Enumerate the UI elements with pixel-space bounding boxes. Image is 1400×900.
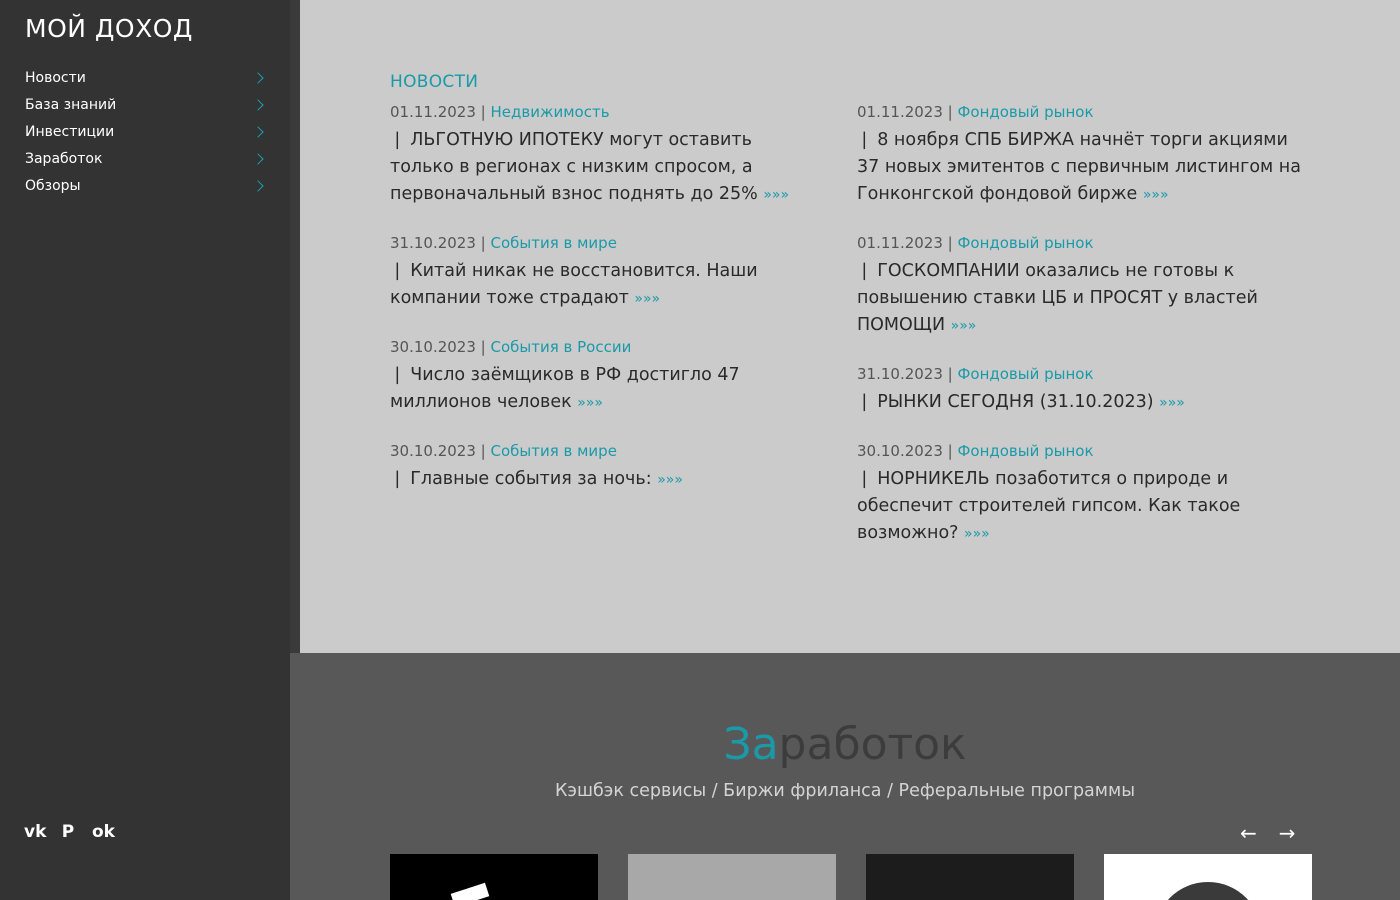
news-category-link[interactable]: Недвижимость bbox=[490, 103, 609, 121]
news-meta: 01.11.2023 | Фондовый рынок bbox=[857, 103, 1094, 121]
news-title: ❘ ГОСКОМПАНИИ оказались не готовы к повы… bbox=[857, 261, 1258, 335]
sidebar-item-label: База знаний bbox=[25, 96, 117, 113]
news-category-link[interactable]: Фондовый рынок bbox=[957, 234, 1093, 252]
sidebar-item-investments[interactable]: Инвестиции bbox=[25, 118, 268, 145]
news-item: 31.10.2023 | Фондовый рынок ❘ РЫНКИ СЕГО… bbox=[857, 362, 1307, 417]
sidebar: МОЙ ДОХОД Новости База знаний Инвестиции… bbox=[0, 0, 290, 900]
odnoklassniki-icon[interactable]: ok bbox=[92, 822, 115, 842]
arrow-left-icon[interactable]: ← bbox=[1240, 821, 1257, 845]
chevron-right-icon bbox=[252, 179, 264, 192]
news-title-link[interactable]: ❘ Китай никак не восстановится. Наши ком… bbox=[390, 258, 820, 313]
earnings-subtitle: Кэшбэк сервисы / Биржи фриланса / Рефера… bbox=[554, 781, 1136, 801]
news-title: ❘ ЛЬГОТНУЮ ИПОТЕКУ могут оставить только… bbox=[390, 130, 758, 204]
sidebar-item-label: Новости bbox=[25, 69, 86, 86]
arrow-right-icon[interactable]: → bbox=[1279, 821, 1296, 845]
news-title: ❘ НОРНИКЕЛЬ позаботится о природе и обес… bbox=[857, 469, 1241, 543]
read-more-link[interactable]: »»» bbox=[577, 395, 603, 411]
sidebar-item-label: Инвестиции bbox=[25, 123, 115, 140]
carousel-controls: ← → bbox=[1240, 821, 1296, 845]
sidebar-item-news[interactable]: Новости bbox=[25, 64, 268, 91]
news-meta: 30.10.2023 | События в России bbox=[390, 338, 632, 356]
news-category-link[interactable]: События в России bbox=[490, 338, 631, 356]
chevron-right-icon bbox=[252, 152, 264, 165]
chevron-right-icon bbox=[252, 71, 264, 84]
news-title: ❘ 8 ноября СПБ БИРЖА начнёт торги акциям… bbox=[857, 130, 1301, 204]
news-heading[interactable]: НОВОСТИ bbox=[390, 72, 478, 92]
news-date: 30.10.2023 bbox=[390, 338, 476, 356]
news-date: 31.10.2023 bbox=[390, 234, 476, 252]
news-column-left: 01.11.2023 | Недвижимость ❘ ЛЬГОТНУЮ ИПО… bbox=[390, 100, 820, 516]
news-item: 30.10.2023 | Фондовый рынок ❘ НОРНИКЕЛЬ … bbox=[857, 439, 1307, 548]
news-item: 01.11.2023 | Недвижимость ❘ ЛЬГОТНУЮ ИПО… bbox=[390, 100, 820, 209]
carousel-card[interactable] bbox=[390, 854, 598, 900]
news-title: ❘ Китай никак не восстановится. Наши ком… bbox=[390, 261, 758, 308]
read-more-link[interactable]: »»» bbox=[1159, 395, 1185, 411]
news-meta: 30.10.2023 | Фондовый рынок bbox=[857, 442, 1094, 460]
news-title-link[interactable]: ❘ 8 ноября СПБ БИРЖА начнёт торги акциям… bbox=[857, 127, 1307, 209]
news-column-right: 01.11.2023 | Фондовый рынок ❘ 8 ноября С… bbox=[857, 100, 1307, 570]
carousel-cards bbox=[390, 854, 1312, 900]
news-title-link[interactable]: ❘ Число заёмщиков в РФ достигло 47 милли… bbox=[390, 362, 820, 417]
news-title-link[interactable]: ❘ Главные события за ночь: »»» bbox=[390, 466, 820, 494]
news-date: 31.10.2023 bbox=[857, 365, 943, 383]
read-more-link[interactable]: »»» bbox=[951, 318, 977, 334]
news-item: 30.10.2023 | События в мире ❘ Главные со… bbox=[390, 439, 820, 494]
news-date: 30.10.2023 bbox=[857, 442, 943, 460]
read-more-link[interactable]: »»» bbox=[1143, 187, 1169, 203]
sidebar-item-label: Обзоры bbox=[25, 177, 81, 194]
read-more-link[interactable]: »»» bbox=[657, 472, 683, 488]
news-category-link[interactable]: Фондовый рынок bbox=[957, 365, 1093, 383]
sidebar-item-knowledge-base[interactable]: База знаний bbox=[25, 91, 268, 118]
news-title: ❘ Число заёмщиков в РФ достигло 47 милли… bbox=[390, 365, 740, 412]
pinterest-icon[interactable]: P bbox=[58, 822, 78, 842]
carousel-card[interactable] bbox=[1104, 854, 1312, 900]
read-more-link[interactable]: »»» bbox=[964, 526, 990, 542]
news-item: 30.10.2023 | События в России ❘ Число за… bbox=[390, 335, 820, 417]
news-title-link[interactable]: ❘ РЫНКИ СЕГОДНЯ (31.10.2023) »»» bbox=[857, 389, 1307, 417]
news-date: 01.11.2023 bbox=[857, 103, 943, 121]
carousel-card[interactable] bbox=[866, 854, 1074, 900]
news-category-link[interactable]: События в мире bbox=[490, 442, 616, 460]
carousel-card[interactable] bbox=[628, 854, 836, 900]
earnings-title[interactable]: Заработок bbox=[290, 719, 1400, 770]
news-title-link[interactable]: ❘ ГОСКОМПАНИИ оказались не готовы к повы… bbox=[857, 258, 1307, 340]
site-logo[interactable]: МОЙ ДОХОД bbox=[25, 14, 193, 43]
news-meta: 01.11.2023 | Недвижимость bbox=[390, 103, 610, 121]
news-title-link[interactable]: ❘ НОРНИКЕЛЬ позаботится о природе и обес… bbox=[857, 466, 1307, 548]
news-meta: 30.10.2023 | События в мире bbox=[390, 442, 617, 460]
news-item: 31.10.2023 | События в мире ❘ Китай ника… bbox=[390, 231, 820, 313]
news-item: 01.11.2023 | Фондовый рынок ❘ ГОСКОМПАНИ… bbox=[857, 231, 1307, 340]
news-meta: 31.10.2023 | Фондовый рынок bbox=[857, 365, 1094, 383]
read-more-link[interactable]: »»» bbox=[634, 291, 660, 307]
earnings-title-rest: работок bbox=[778, 719, 967, 770]
news-title: ❘ Главные события за ночь: bbox=[390, 469, 652, 489]
news-item: 01.11.2023 | Фондовый рынок ❘ 8 ноября С… bbox=[857, 100, 1307, 209]
vk-icon[interactable]: vk bbox=[24, 822, 46, 842]
news-date: 30.10.2023 bbox=[390, 442, 476, 460]
read-more-link[interactable]: »»» bbox=[763, 187, 789, 203]
news-meta: 31.10.2023 | События в мире bbox=[390, 234, 617, 252]
news-title-link[interactable]: ❘ ЛЬГОТНУЮ ИПОТЕКУ могут оставить только… bbox=[390, 127, 820, 209]
sidebar-menu: Новости База знаний Инвестиции Заработок… bbox=[25, 64, 268, 199]
news-panel: НОВОСТИ 01.11.2023 | Недвижимость ❘ ЛЬГО… bbox=[300, 0, 1400, 653]
news-category-link[interactable]: События в мире bbox=[490, 234, 616, 252]
sidebar-item-reviews[interactable]: Обзоры bbox=[25, 172, 268, 199]
social-links: vk P ok bbox=[24, 822, 115, 842]
news-title: ❘ РЫНКИ СЕГОДНЯ (31.10.2023) bbox=[857, 392, 1154, 412]
news-category-link[interactable]: Фондовый рынок bbox=[957, 103, 1093, 121]
chevron-right-icon bbox=[252, 98, 264, 111]
news-category-link[interactable]: Фондовый рынок bbox=[957, 442, 1093, 460]
news-meta: 01.11.2023 | Фондовый рынок bbox=[857, 234, 1094, 252]
chevron-right-icon bbox=[252, 125, 264, 138]
sidebar-item-earnings[interactable]: Заработок bbox=[25, 145, 268, 172]
news-date: 01.11.2023 bbox=[857, 234, 943, 252]
news-date: 01.11.2023 bbox=[390, 103, 476, 121]
earnings-title-accent: За bbox=[723, 719, 779, 770]
sidebar-item-label: Заработок bbox=[25, 150, 103, 167]
earnings-section: Заработок Кэшбэк сервисы / Биржи фриланс… bbox=[290, 653, 1400, 900]
